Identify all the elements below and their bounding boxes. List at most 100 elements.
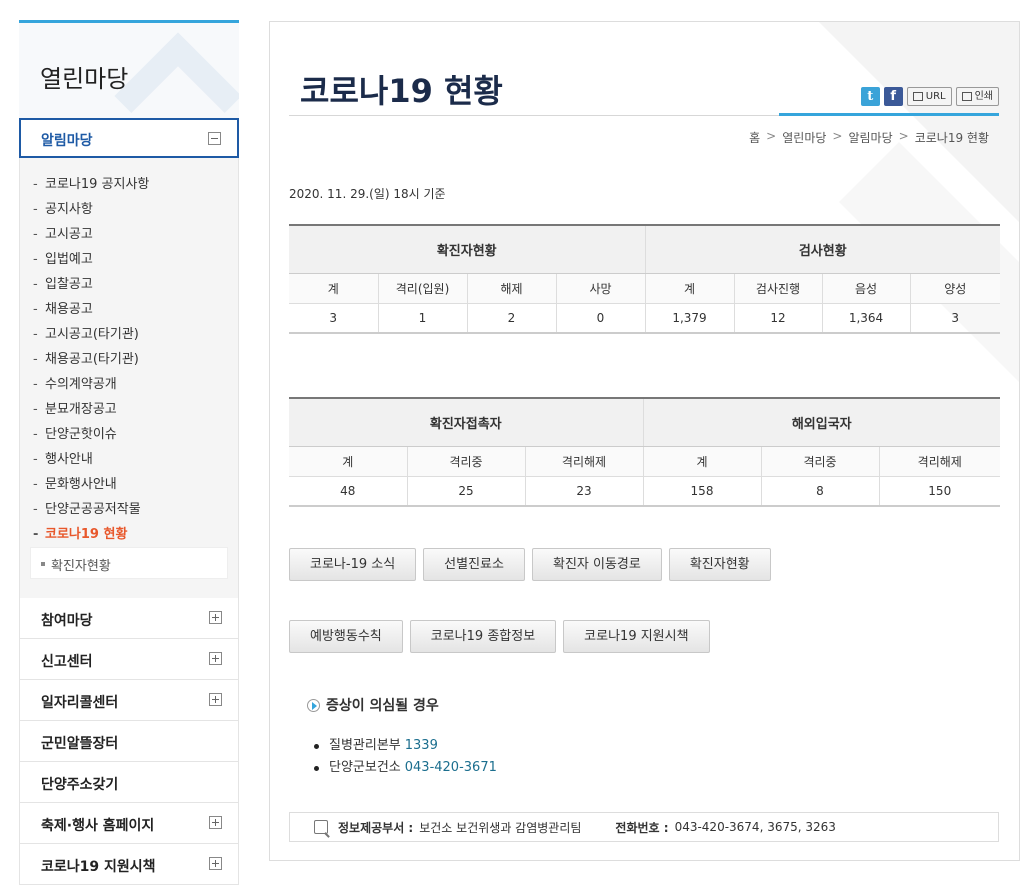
page-title: 코로나19 현황	[300, 72, 503, 110]
twitter-icon[interactable]: t	[860, 86, 880, 106]
submenu-item[interactable]: 분묘개장공고	[30, 397, 228, 422]
table-column-header: 격리(입원)	[377, 273, 467, 304]
breadcrumb-item[interactable]: 알림마당	[848, 129, 892, 146]
sidebar-item-report-center[interactable]: 신고센터	[19, 639, 239, 680]
subsub-item[interactable]: 확진자현황	[30, 547, 228, 579]
contact-name: 단양군보건소	[329, 760, 401, 775]
sidebar-item-covid-support[interactable]: 코로나19 지원시책	[19, 844, 239, 885]
table-column-header: 계	[644, 273, 734, 304]
print-button[interactable]: 인쇄	[955, 86, 999, 106]
status-date: 2020. 11. 29.(일) 18시 기준	[289, 187, 446, 201]
table-column-header: 양성	[909, 273, 1000, 304]
submenu-item[interactable]: 공지사항	[30, 197, 228, 222]
table-column-header: 해제	[466, 273, 556, 304]
background-decoration	[819, 22, 1019, 382]
phone-label: 전화번호 :	[615, 820, 669, 835]
url-button-label: URL	[925, 90, 946, 102]
expand-icon[interactable]	[209, 816, 222, 829]
table-cell: 158	[642, 476, 761, 507]
link-button-row: 코로나-19 소식 선별진료소 확진자 이동경로 확진자현황	[289, 548, 771, 581]
table-cell: 23	[524, 476, 643, 507]
screening-clinic-button[interactable]: 선별진료소	[423, 548, 525, 581]
contact-overseas-table: 확진자접촉자 해외입국자 계 격리중 격리해제 계 격리중 격리해제 48 25…	[289, 397, 1000, 507]
sidebar-item-label: 참여마당	[41, 613, 93, 629]
sidebar-item-market[interactable]: 군민알뜰장터	[19, 721, 239, 762]
prevention-rules-button[interactable]: 예방행동수칙	[289, 620, 403, 653]
submenu-item[interactable]: 문화행사안내	[30, 472, 228, 497]
sidebar-title: 열린마당	[40, 65, 129, 93]
sidebar-submenu: 코로나19 공지사항 공지사항 고시공고 입법예고 입찰공고 채용공고 고시공고…	[19, 158, 239, 598]
sidebar-item-participation[interactable]: 참여마당	[19, 598, 239, 639]
submenu-item[interactable]: 수의계약공개	[30, 372, 228, 397]
table-row: 3 1 2 0 1,379 12 1,364 3	[289, 303, 1000, 334]
breadcrumb-separator: >	[898, 129, 909, 143]
submenu-item[interactable]: 고시공고	[30, 222, 228, 247]
patient-route-button[interactable]: 확진자 이동경로	[531, 548, 662, 581]
table-group-header: 확진자접촉자	[289, 397, 643, 447]
submenu-item[interactable]: 입찰공고	[30, 272, 228, 297]
sidebar-item-label: 군민알뜰장터	[41, 736, 119, 752]
expand-icon[interactable]	[209, 652, 222, 665]
dept-value: 보건소 보건위생과 감염병관리팀	[419, 820, 582, 835]
table-column-header: 계	[289, 446, 407, 477]
url-copy-button[interactable]: URL	[906, 86, 952, 106]
submenu-item[interactable]: 단양군핫이슈	[30, 422, 228, 447]
table-column-header: 격리중	[406, 446, 525, 477]
confirmed-status-button[interactable]: 확진자현황	[668, 548, 771, 581]
table-cell: 1,379	[644, 303, 734, 334]
covid-info-button[interactable]: 코로나19 종합정보	[409, 620, 557, 653]
phone-value: 043-420-3674, 3675, 3263	[674, 820, 836, 834]
table-row: 48 25 23 158 8 150	[289, 476, 1000, 507]
sidebar: 열린마당 알림마당 코로나19 공지사항 공지사항 고시공고 입법예고 입찰공고…	[19, 20, 239, 886]
expand-icon[interactable]	[209, 857, 222, 870]
table-group-header: 해외입국자	[642, 397, 1000, 447]
contact-name: 질병관리본부	[329, 738, 401, 753]
submenu-item[interactable]: 고시공고(타기관)	[30, 322, 228, 347]
printer-icon	[961, 91, 972, 101]
table-cell: 0	[555, 303, 645, 334]
facebook-icon[interactable]: f	[883, 86, 903, 106]
breadcrumb-current: 코로나19 현황	[914, 131, 989, 145]
submenu-item[interactable]: 코로나19 공지사항	[30, 172, 228, 197]
table-cell: 2	[466, 303, 556, 334]
submenu-item[interactable]: 단양군공공저작물	[30, 497, 228, 522]
list-item: 단양군보건소 043-420-3671	[312, 757, 497, 779]
submenu-item[interactable]: 입법예고	[30, 247, 228, 272]
table-group-header: 확진자현황	[289, 224, 645, 274]
contact-number[interactable]: 1339	[405, 738, 438, 753]
window-icon	[912, 91, 923, 101]
covid-news-button[interactable]: 코로나-19 소식	[289, 548, 417, 581]
table-cell: 150	[878, 476, 1000, 507]
expand-icon[interactable]	[209, 693, 222, 706]
link-button-row: 예방행동수칙 코로나19 종합정보 코로나19 지원시책	[289, 620, 710, 653]
table-cell: 3	[909, 303, 1000, 334]
table-column-header: 계	[642, 446, 761, 477]
breadcrumb-item[interactable]: 열린마당	[782, 129, 826, 146]
submenu-item[interactable]: 행사안내	[30, 447, 228, 472]
sidebar-item-address[interactable]: 단양주소갖기	[19, 762, 239, 803]
submenu-item-current[interactable]: 코로나19 현황	[30, 522, 228, 547]
breadcrumb-home[interactable]: 홈	[749, 129, 760, 146]
arrow-circle-icon	[307, 698, 320, 712]
table-cell: 1,364	[821, 303, 910, 334]
sidebar-item-label: 신고센터	[41, 654, 93, 670]
expand-icon[interactable]	[209, 611, 222, 624]
table-column-header: 격리해제	[524, 446, 643, 477]
submenu-item[interactable]: 채용공고	[30, 297, 228, 322]
contact-number[interactable]: 043-420-3671	[405, 760, 497, 775]
breadcrumb-separator: >	[832, 129, 843, 143]
bullet-icon	[41, 562, 45, 566]
confirmed-test-table: 확진자현황 검사현황 계 격리(입원) 해제 사망 계 검사진행 음성 양성 3…	[289, 224, 1000, 334]
covid-support-button[interactable]: 코로나19 지원시책	[563, 620, 710, 653]
list-item: 질병관리본부 1339	[312, 735, 497, 757]
sidebar-item-label: 축제·행사 홈페이지	[41, 818, 155, 834]
table-group-header: 검사현황	[644, 224, 1000, 274]
collapse-icon[interactable]	[208, 132, 221, 145]
symptom-heading-text: 증상이 의심될 경우	[326, 698, 439, 714]
sidebar-header: 열린마당	[19, 20, 239, 118]
sidebar-section-active[interactable]: 알림마당	[19, 118, 239, 158]
submenu-item[interactable]: 채용공고(타기관)	[30, 347, 228, 372]
sidebar-item-label: 코로나19 지원시책	[41, 859, 156, 875]
sidebar-item-festival[interactable]: 축제·행사 홈페이지	[19, 803, 239, 844]
sidebar-item-job-callcenter[interactable]: 일자리콜센터	[19, 680, 239, 721]
